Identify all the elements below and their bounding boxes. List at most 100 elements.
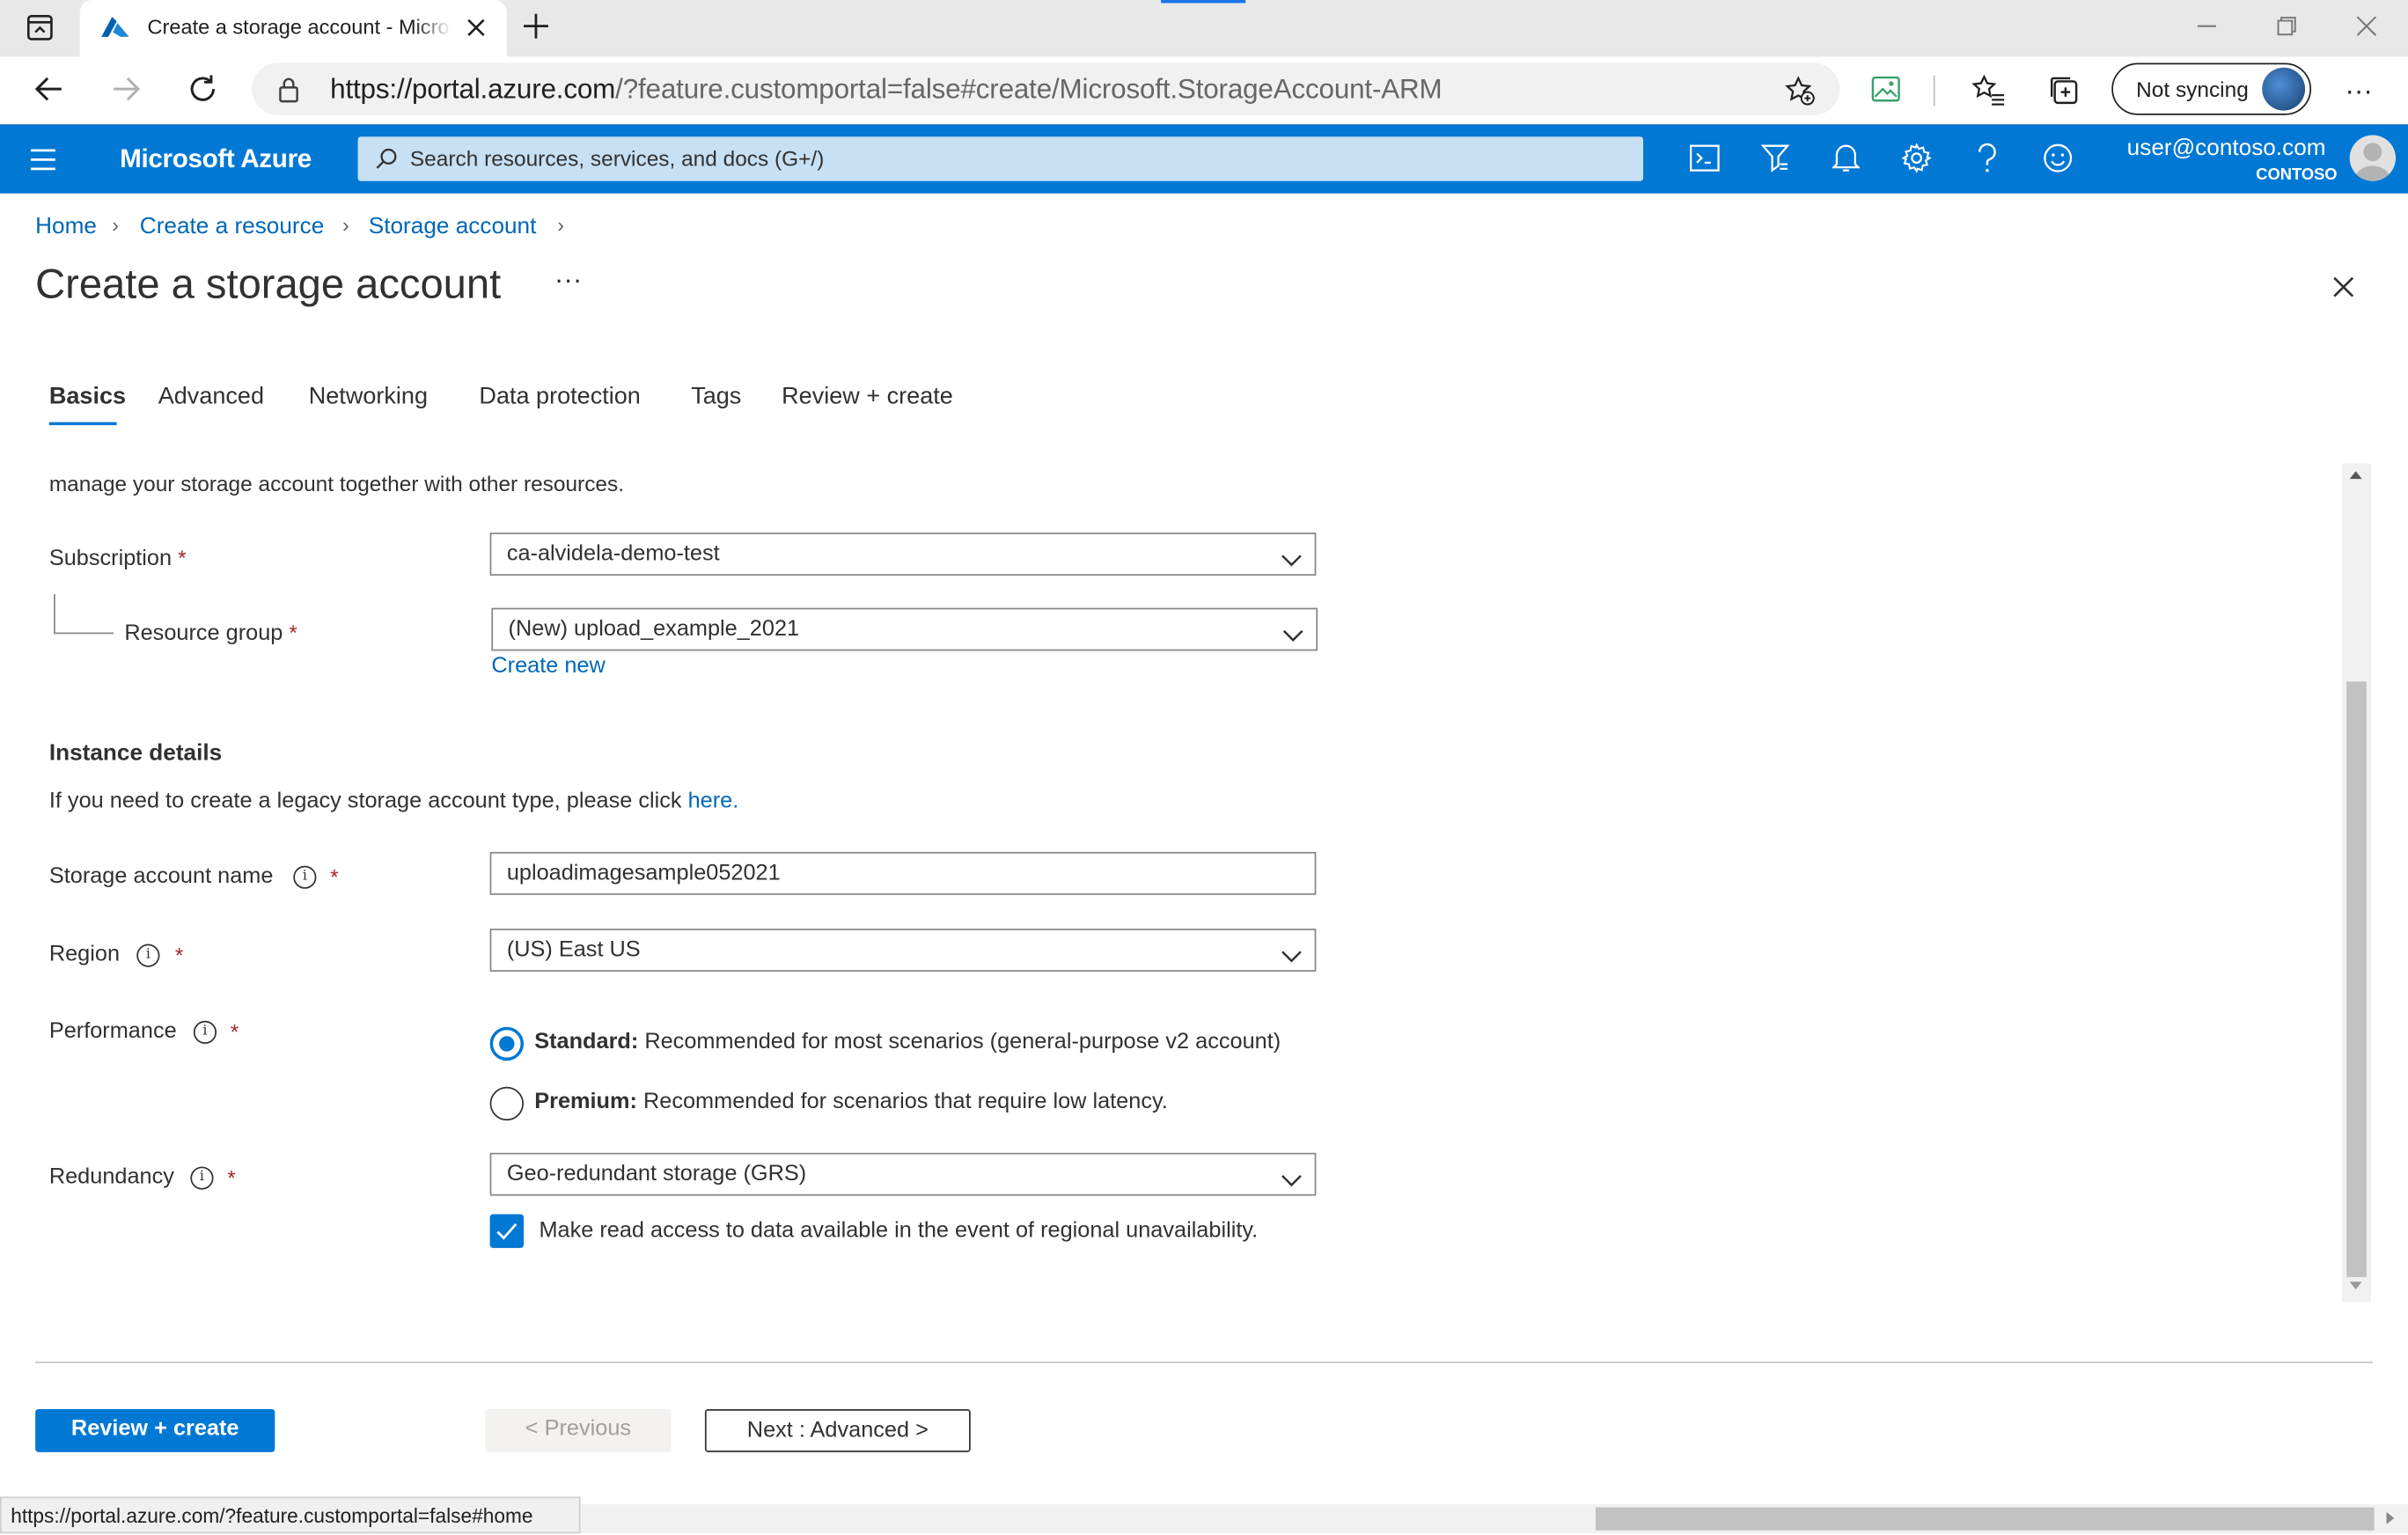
status-bar-url: https://portal.azure.com/?feature.custom…	[0, 1496, 581, 1534]
performance-label: Performance	[48, 1019, 177, 1044]
address-bar-row: https://portal.azure.com/?feature.custom…	[0, 56, 2408, 127]
close-window-button[interactable]	[2331, 0, 2402, 52]
tab-accent-line	[1161, 0, 1246, 4]
close-blade-icon[interactable]	[2322, 266, 2365, 309]
premium-label: Premium:	[534, 1090, 637, 1115]
info-icon[interactable]: i	[190, 1166, 214, 1190]
tab-review-create[interactable]: Review + create	[782, 384, 953, 411]
horizontal-scroll-thumb[interactable]	[1595, 1507, 2375, 1531]
add-favorite-icon[interactable]	[1785, 75, 1816, 106]
required-mark: *	[230, 1019, 239, 1044]
region-value: (US) East US	[506, 937, 641, 963]
premium-desc: Recommended for scenarios that require l…	[642, 1090, 1168, 1115]
storage-name-label: Storage account name	[49, 864, 274, 889]
favorites-icon[interactable]	[1971, 74, 2005, 107]
breadcrumb-create-resource[interactable]: Create a resource	[140, 213, 324, 239]
read-access-label[interactable]: Make read access to data available in th…	[539, 1219, 1258, 1244]
review-create-button[interactable]: Review + create	[35, 1408, 275, 1452]
performance-standard-radio[interactable]	[489, 1026, 525, 1061]
redundancy-value: Geo-redundant storage (GRS)	[506, 1162, 807, 1187]
scroll-down-arrow[interactable]	[2349, 1282, 2362, 1289]
close-tab-icon[interactable]	[464, 15, 488, 40]
required-mark: *	[330, 863, 339, 889]
user-avatar[interactable]	[2349, 135, 2397, 181]
region-dropdown[interactable]: (US) East US	[489, 929, 1317, 972]
standard-desc: Recommended for most scenarios (general-…	[644, 1030, 1281, 1055]
footer-divider	[35, 1361, 2373, 1363]
collections-icon[interactable]	[2047, 74, 2081, 107]
resource-group-value: (New) upload_example_2021	[508, 617, 800, 642]
horizontal-scrollbar[interactable]	[580, 1504, 2408, 1534]
new-tab-button[interactable]	[519, 9, 553, 42]
tab-actions-icon[interactable]	[26, 14, 54, 41]
tab-networking[interactable]: Networking	[309, 384, 428, 411]
create-new-link[interactable]: Create new	[491, 654, 605, 679]
selected-tab-indicator	[48, 422, 117, 426]
directory-filter-icon[interactable]	[1740, 124, 1810, 193]
storage-name-input[interactable]: uploadimagesample052021	[489, 851, 1317, 895]
info-icon[interactable]: i	[193, 1020, 217, 1044]
notifications-icon[interactable]	[1810, 124, 1881, 193]
browser-tab-strip: Create a storage account - Microsoft Azu…	[0, 0, 2408, 57]
previous-button[interactable]: < Previous	[485, 1408, 672, 1452]
cloud-shell-icon[interactable]	[1670, 124, 1740, 193]
performance-premium-radio[interactable]	[489, 1086, 525, 1121]
refresh-icon[interactable]	[186, 72, 219, 106]
vertical-scrollbar[interactable]	[2341, 463, 2372, 1302]
required-mark: *	[227, 1164, 236, 1190]
tab-data-protection[interactable]: Data protection	[479, 384, 640, 411]
help-icon[interactable]	[1952, 124, 2023, 193]
minimize-button[interactable]	[2171, 0, 2242, 52]
lock-icon[interactable]	[278, 77, 299, 103]
url-text: https://portal.azure.com/?feature.custom…	[330, 74, 1443, 106]
azure-brand[interactable]: Microsoft Azure	[120, 144, 312, 175]
scroll-right-arrow[interactable]	[2386, 1511, 2395, 1524]
performance-standard-option[interactable]: Standard: Recommended for most scenarios…	[534, 1030, 1281, 1054]
restore-button[interactable]	[2251, 0, 2322, 52]
chevron-down-icon	[1282, 623, 1303, 642]
breadcrumb-home[interactable]: Home	[35, 213, 97, 239]
scroll-up-arrow[interactable]	[2349, 471, 2362, 480]
feedback-smiley-icon[interactable]	[2023, 124, 2093, 193]
browser-tab-title: Create a storage account - Microsoft Azu…	[147, 15, 452, 39]
chevron-right-icon: ›	[342, 213, 349, 237]
tab-basics[interactable]: Basics	[49, 384, 126, 411]
back-icon[interactable]	[33, 72, 66, 106]
instance-details-heading: Instance details	[48, 739, 223, 767]
chevron-right-icon: ›	[112, 213, 119, 237]
tab-advanced[interactable]: Advanced	[158, 384, 264, 411]
intro-text: manage your storage account together wit…	[48, 471, 625, 496]
breadcrumb-storage-account[interactable]: Storage account	[369, 213, 537, 239]
performance-premium-option[interactable]: Premium: Recommended for scenarios that …	[534, 1090, 1168, 1114]
user-email[interactable]: user@contoso.com	[2127, 135, 2326, 161]
redundancy-dropdown[interactable]: Geo-redundant storage (GRS)	[489, 1152, 1317, 1196]
subscription-label: Subscription *	[49, 545, 187, 571]
legacy-text: If you need to create a legacy storage a…	[49, 789, 738, 813]
info-icon[interactable]: i	[136, 944, 160, 967]
tab-tags[interactable]: Tags	[691, 384, 741, 411]
next-advanced-button[interactable]: Next : Advanced >	[704, 1408, 971, 1452]
page-title: Create a storage account	[35, 261, 502, 307]
required-mark: *	[289, 620, 297, 645]
more-menu-icon[interactable]: ···	[2340, 74, 2377, 107]
resource-group-label-text: Resource group	[124, 621, 283, 647]
legacy-text-body: If you need to create a legacy storage a…	[48, 789, 682, 814]
more-options-button[interactable]: ···	[554, 264, 582, 297]
read-access-checkbox[interactable]	[489, 1214, 525, 1248]
resource-group-label: Resource group *	[124, 621, 297, 647]
browser-tab[interactable]: Create a storage account - Microsoft Azu…	[79, 0, 507, 57]
legacy-here-link[interactable]: here.	[688, 789, 739, 813]
intro-text-cut	[49, 445, 1278, 454]
forward-icon[interactable]	[109, 72, 143, 106]
profile-sync-button[interactable]: Not syncing	[2111, 62, 2312, 115]
info-icon[interactable]: i	[293, 865, 317, 889]
image-icon[interactable]	[1870, 75, 1901, 102]
global-search-input[interactable]: Search resources, services, and docs (G+…	[357, 136, 1644, 181]
hamburger-menu-icon[interactable]	[27, 146, 58, 173]
vertical-scroll-thumb[interactable]	[2346, 681, 2367, 1278]
required-mark: *	[174, 942, 184, 967]
subscription-dropdown[interactable]: ca-alvidela-demo-test	[489, 532, 1317, 576]
url-field[interactable]: https://portal.azure.com/?feature.custom…	[252, 62, 1840, 115]
settings-gear-icon[interactable]	[1882, 124, 1952, 193]
resource-group-dropdown[interactable]: (New) upload_example_2021	[491, 607, 1318, 651]
